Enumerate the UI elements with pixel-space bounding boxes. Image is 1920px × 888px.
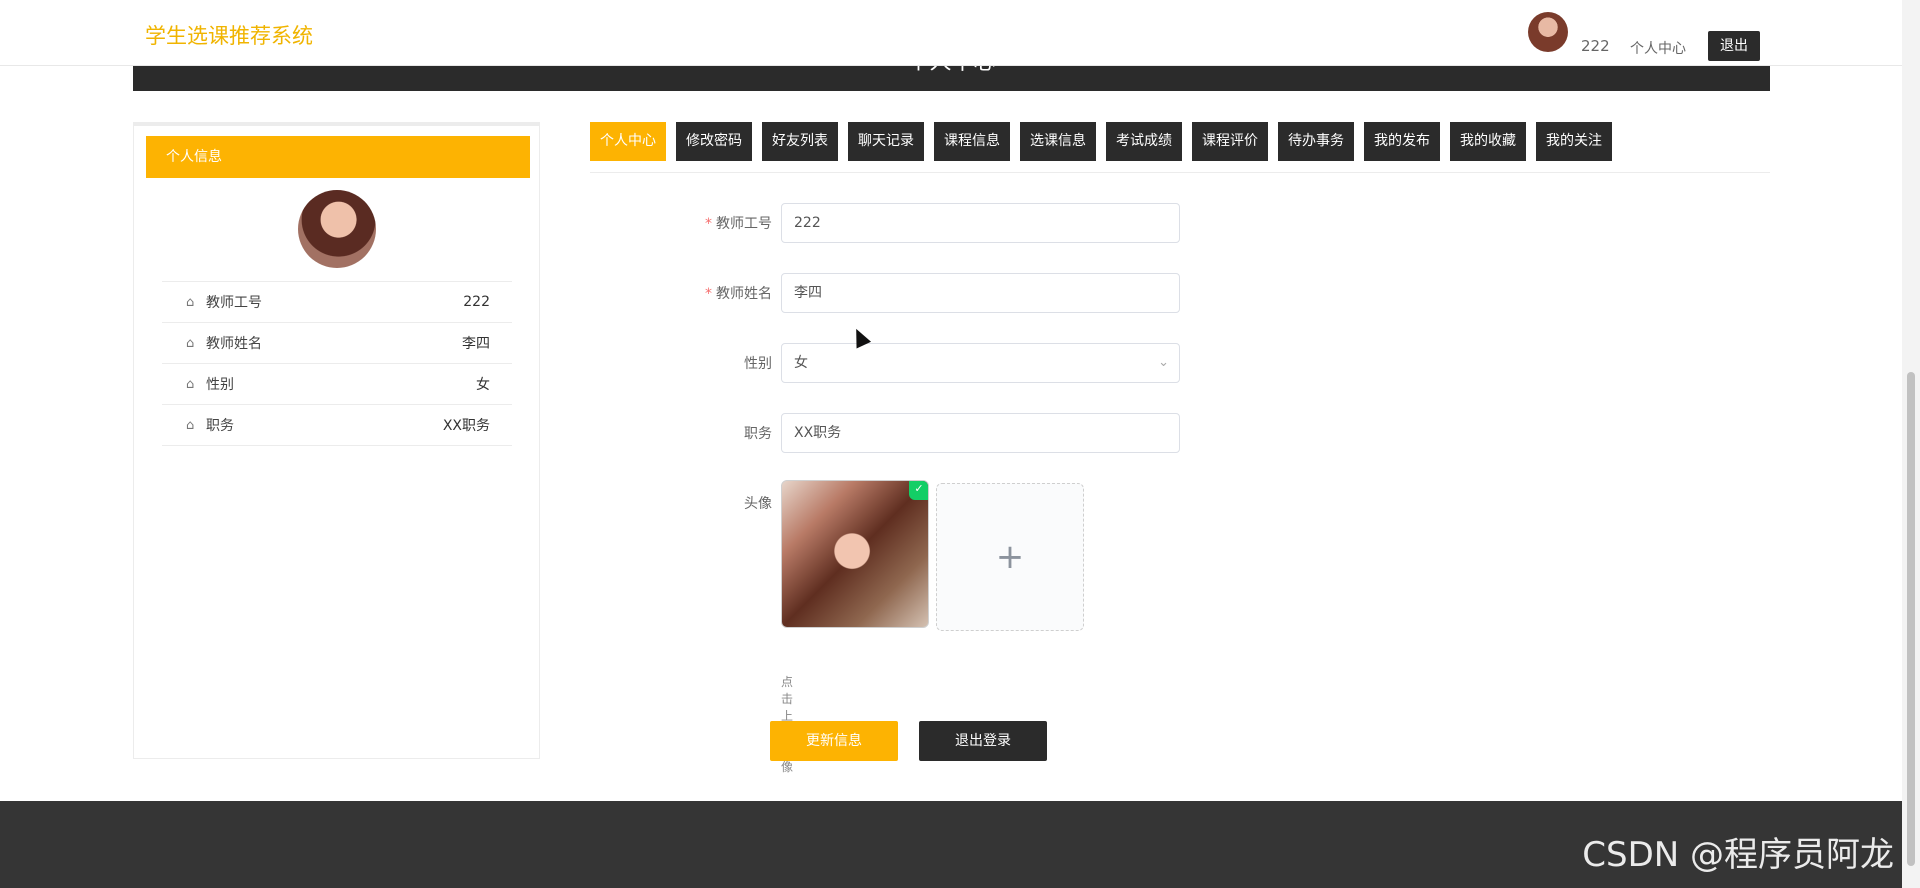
gender-label: 性别 bbox=[744, 356, 772, 372]
watermark: CSDN @程序员阿龙 bbox=[1582, 835, 1894, 875]
chevron-down-icon[interactable]: ⌄ bbox=[1158, 344, 1169, 382]
uploaded-avatar[interactable]: ✓ bbox=[781, 480, 929, 628]
check-icon: ✓ bbox=[909, 481, 928, 500]
info-value: 李四 bbox=[462, 336, 490, 352]
info-label: 性别 bbox=[206, 377, 234, 393]
gender-select[interactable]: 女 ⌄ bbox=[781, 343, 1180, 383]
tab-course-info[interactable]: 课程信息 bbox=[934, 122, 1010, 161]
home-icon: ⌂ bbox=[186, 294, 195, 310]
tab-my-follows[interactable]: 我的关注 bbox=[1536, 122, 1612, 161]
tab-todo[interactable]: 待办事务 bbox=[1278, 122, 1354, 161]
info-label: 教师姓名 bbox=[206, 336, 262, 352]
teacher-id-field[interactable]: 222 bbox=[781, 203, 1180, 243]
home-icon: ⌂ bbox=[186, 376, 195, 392]
user-name: 222 bbox=[1581, 37, 1610, 55]
update-info-button[interactable]: 更新信息 bbox=[770, 721, 898, 761]
teacher-id-label: * 教师工号 bbox=[705, 216, 772, 232]
plus-icon: + bbox=[995, 537, 1025, 577]
tab-change-password[interactable]: 修改密码 bbox=[676, 122, 752, 161]
personal-info-list: ⌂ 教师工号 222 ⌂ 教师姓名 李四 ⌂ 性别 女 ⌂ 职务 XX职务 bbox=[162, 281, 512, 446]
info-value: 222 bbox=[463, 294, 490, 310]
info-item-teacher-id: ⌂ 教师工号 222 bbox=[162, 281, 512, 322]
home-icon: ⌂ bbox=[186, 417, 195, 433]
info-label: 职务 bbox=[206, 418, 234, 434]
tab-exam-scores[interactable]: 考试成绩 bbox=[1106, 122, 1182, 161]
user-avatar[interactable] bbox=[1528, 12, 1568, 52]
top-navigation: 学生选课推荐系统 222 个人中心 退出 bbox=[0, 0, 1902, 66]
logout-button[interactable]: 退出 bbox=[1708, 31, 1760, 61]
scrollbar-thumb[interactable] bbox=[1907, 372, 1915, 866]
position-label: 职务 bbox=[744, 426, 772, 442]
profile-avatar bbox=[298, 190, 376, 268]
info-value: XX职务 bbox=[442, 418, 490, 434]
gender-value: 女 bbox=[794, 355, 808, 371]
profile-center-link[interactable]: 个人中心 bbox=[1630, 38, 1686, 58]
logout-account-button[interactable]: 退出登录 bbox=[919, 721, 1047, 761]
tab-chat-history[interactable]: 聊天记录 bbox=[848, 122, 924, 161]
tab-profile-center[interactable]: 个人中心 bbox=[590, 122, 666, 161]
avatar-label: 头像 bbox=[744, 496, 772, 512]
info-item-position: ⌂ 职务 XX职务 bbox=[162, 404, 512, 446]
tab-course-selection[interactable]: 选课信息 bbox=[1020, 122, 1096, 161]
info-label: 教师工号 bbox=[206, 295, 262, 311]
position-field[interactable]: XX职务 bbox=[781, 413, 1180, 453]
info-item-teacher-name: ⌂ 教师姓名 李四 bbox=[162, 322, 512, 363]
home-icon: ⌂ bbox=[186, 335, 195, 351]
info-item-gender: ⌂ 性别 女 bbox=[162, 363, 512, 404]
profile-tabs: 个人中心 修改密码 好友列表 聊天记录 课程信息 选课信息 考试成绩 课程评价 … bbox=[590, 122, 1770, 173]
footer: CSDN @程序员阿龙 bbox=[0, 801, 1902, 888]
tab-friend-list[interactable]: 好友列表 bbox=[762, 122, 838, 161]
info-value: 女 bbox=[476, 377, 490, 393]
personal-info-card: 个人信息 ⌂ 教师工号 222 ⌂ 教师姓名 李四 ⌂ 性别 女 ⌂ 职务 XX… bbox=[133, 122, 540, 759]
upload-avatar-button[interactable]: + bbox=[936, 483, 1084, 631]
personal-info-title: 个人信息 bbox=[146, 136, 530, 178]
tab-my-favorites[interactable]: 我的收藏 bbox=[1450, 122, 1526, 161]
app-title[interactable]: 学生选课推荐系统 bbox=[145, 20, 313, 50]
tab-course-review[interactable]: 课程评价 bbox=[1192, 122, 1268, 161]
tab-my-posts[interactable]: 我的发布 bbox=[1364, 122, 1440, 161]
teacher-name-label: * 教师姓名 bbox=[705, 286, 772, 302]
vertical-scrollbar[interactable] bbox=[1902, 0, 1920, 888]
teacher-name-field[interactable]: 李四 bbox=[781, 273, 1180, 313]
